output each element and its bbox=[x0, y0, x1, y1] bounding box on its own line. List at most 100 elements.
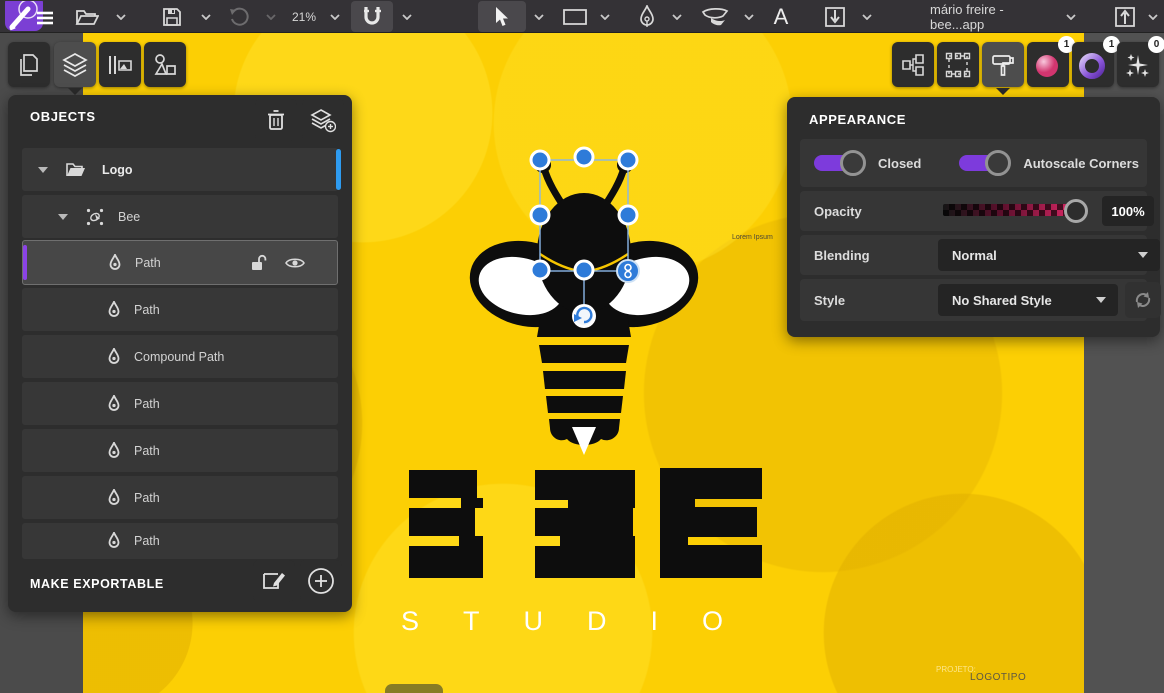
opacity-value[interactable]: 100% bbox=[1102, 196, 1154, 226]
opacity-slider-knob[interactable] bbox=[1064, 199, 1088, 223]
collapse-caret-icon[interactable] bbox=[38, 167, 48, 173]
layer-row-path[interactable]: Path bbox=[22, 476, 338, 519]
knife-tool-button[interactable] bbox=[696, 0, 734, 33]
unlock-icon[interactable] bbox=[249, 254, 267, 272]
path-icon bbox=[106, 442, 122, 460]
path-points-panel-button[interactable] bbox=[937, 42, 979, 87]
autoscale-corners-label: Autoscale Corners bbox=[1023, 156, 1139, 171]
opacity-label: Opacity bbox=[814, 204, 862, 219]
rectangle-tool-dropdown[interactable] bbox=[596, 0, 614, 33]
logotipo-label: LOGOTIPO bbox=[970, 672, 1026, 683]
folder-icon bbox=[66, 162, 86, 178]
opacity-row: Opacity 100% bbox=[800, 191, 1147, 231]
appearance-panel: APPEARANCE Closed Autoscale Corners Opac… bbox=[787, 97, 1160, 337]
layer-label: Compound Path bbox=[134, 350, 224, 364]
blending-value: Normal bbox=[952, 248, 997, 263]
blending-label: Blending bbox=[814, 248, 870, 263]
layer-label: Path bbox=[134, 491, 160, 505]
layer-row-path[interactable]: Path bbox=[22, 288, 338, 331]
document-name[interactable]: mário freire - bee...app bbox=[930, 0, 1060, 33]
objects-panel: OBJECTS bbox=[8, 95, 352, 612]
save-dropdown[interactable] bbox=[197, 0, 215, 33]
effects-panel-button[interactable]: 0 bbox=[1117, 42, 1159, 87]
snap-dropdown[interactable] bbox=[398, 0, 416, 33]
make-exportable-button[interactable]: MAKE EXPORTABLE bbox=[30, 577, 164, 591]
path-icon bbox=[106, 395, 122, 413]
knife-tool-dropdown[interactable] bbox=[740, 0, 758, 33]
export-dropdown[interactable] bbox=[1144, 0, 1162, 33]
visibility-eye-icon[interactable] bbox=[285, 256, 305, 270]
edit-export-button[interactable] bbox=[253, 560, 295, 602]
style-dropdown[interactable]: No Shared Style bbox=[938, 284, 1118, 316]
opacity-slider[interactable] bbox=[943, 204, 1073, 216]
layer-color-indicator bbox=[336, 149, 341, 190]
bottom-artwork-tab bbox=[385, 684, 443, 693]
closed-label: Closed bbox=[878, 156, 921, 171]
layer-label: Bee bbox=[118, 210, 140, 224]
text-tool-button[interactable]: A bbox=[765, 0, 797, 33]
layer-label: Path bbox=[134, 303, 160, 317]
group-icon bbox=[86, 208, 104, 226]
lorem-ipsum-text: Lorem Ipsum bbox=[732, 234, 773, 241]
export-button[interactable] bbox=[1108, 0, 1142, 33]
layers-panel-caret bbox=[68, 88, 82, 95]
collapse-caret-icon[interactable] bbox=[58, 214, 68, 220]
path-icon bbox=[106, 489, 122, 507]
library-panel-button[interactable] bbox=[99, 42, 141, 87]
pen-tool-dropdown[interactable] bbox=[668, 0, 686, 33]
style-row: Style No Shared Style bbox=[800, 279, 1147, 321]
closed-toggle[interactable] bbox=[814, 150, 866, 176]
layer-row-path[interactable]: Path bbox=[22, 523, 338, 559]
layer-label: Path bbox=[135, 256, 161, 270]
layer-row-path[interactable]: Path bbox=[22, 429, 338, 472]
pages-panel-button[interactable] bbox=[8, 42, 50, 87]
open-file-dropdown[interactable] bbox=[112, 0, 130, 33]
chevron-down-icon bbox=[1096, 297, 1106, 303]
appearance-panel-button[interactable] bbox=[982, 42, 1024, 87]
hamburger-menu-icon[interactable] bbox=[32, 0, 58, 33]
undo-button[interactable] bbox=[222, 0, 256, 33]
style-label: Style bbox=[814, 293, 845, 308]
path-icon bbox=[106, 301, 122, 319]
rectangle-tool-button[interactable] bbox=[558, 0, 592, 33]
transform-panel-button[interactable] bbox=[892, 42, 934, 87]
layer-label: Path bbox=[134, 397, 160, 411]
undo-dropdown[interactable] bbox=[262, 0, 280, 33]
style-value: No Shared Style bbox=[952, 293, 1052, 308]
layer-row-bee[interactable]: Bee bbox=[22, 195, 338, 238]
pen-tool-button[interactable] bbox=[630, 0, 664, 33]
sync-style-button[interactable] bbox=[1125, 282, 1161, 318]
layer-row-path-selected[interactable]: Path bbox=[22, 240, 338, 285]
shapes-panel-button[interactable] bbox=[144, 42, 186, 87]
blending-row: Blending Normal bbox=[800, 235, 1147, 275]
blending-dropdown[interactable]: Normal bbox=[938, 239, 1160, 271]
zoom-dropdown[interactable] bbox=[326, 0, 344, 33]
snap-magnet-button[interactable] bbox=[351, 1, 393, 32]
effects-count-badge: 0 bbox=[1148, 36, 1164, 53]
path-icon bbox=[107, 254, 123, 272]
toggles-row: Closed Autoscale Corners bbox=[800, 139, 1147, 187]
path-icon bbox=[106, 348, 122, 366]
appearance-panel-title: APPEARANCE bbox=[809, 112, 906, 127]
path-icon bbox=[106, 532, 122, 550]
select-tool-button[interactable] bbox=[478, 1, 526, 32]
layer-row-path[interactable]: Path bbox=[22, 382, 338, 425]
layer-row-compound-path[interactable]: Compound Path bbox=[22, 335, 338, 378]
zoom-level[interactable]: 21% bbox=[285, 0, 323, 33]
open-file-button[interactable] bbox=[70, 0, 104, 33]
borders-panel-button[interactable]: 1 bbox=[1072, 42, 1114, 87]
layer-row-logo[interactable]: Logo bbox=[22, 148, 338, 191]
import-dropdown[interactable] bbox=[858, 0, 876, 33]
fills-panel-button[interactable]: 1 bbox=[1027, 42, 1069, 87]
save-button[interactable] bbox=[155, 0, 189, 33]
appearance-panel-caret bbox=[996, 88, 1010, 95]
document-dropdown[interactable] bbox=[1062, 0, 1080, 33]
objects-panel-title: OBJECTS bbox=[30, 109, 96, 124]
autoscale-corners-toggle[interactable] bbox=[959, 150, 1011, 176]
add-layer-button[interactable] bbox=[302, 99, 344, 141]
add-object-button[interactable] bbox=[300, 560, 342, 602]
delete-layer-button[interactable] bbox=[255, 99, 297, 141]
select-tool-dropdown[interactable] bbox=[530, 0, 548, 33]
import-button[interactable] bbox=[818, 0, 852, 33]
layers-panel-button[interactable] bbox=[54, 42, 96, 87]
